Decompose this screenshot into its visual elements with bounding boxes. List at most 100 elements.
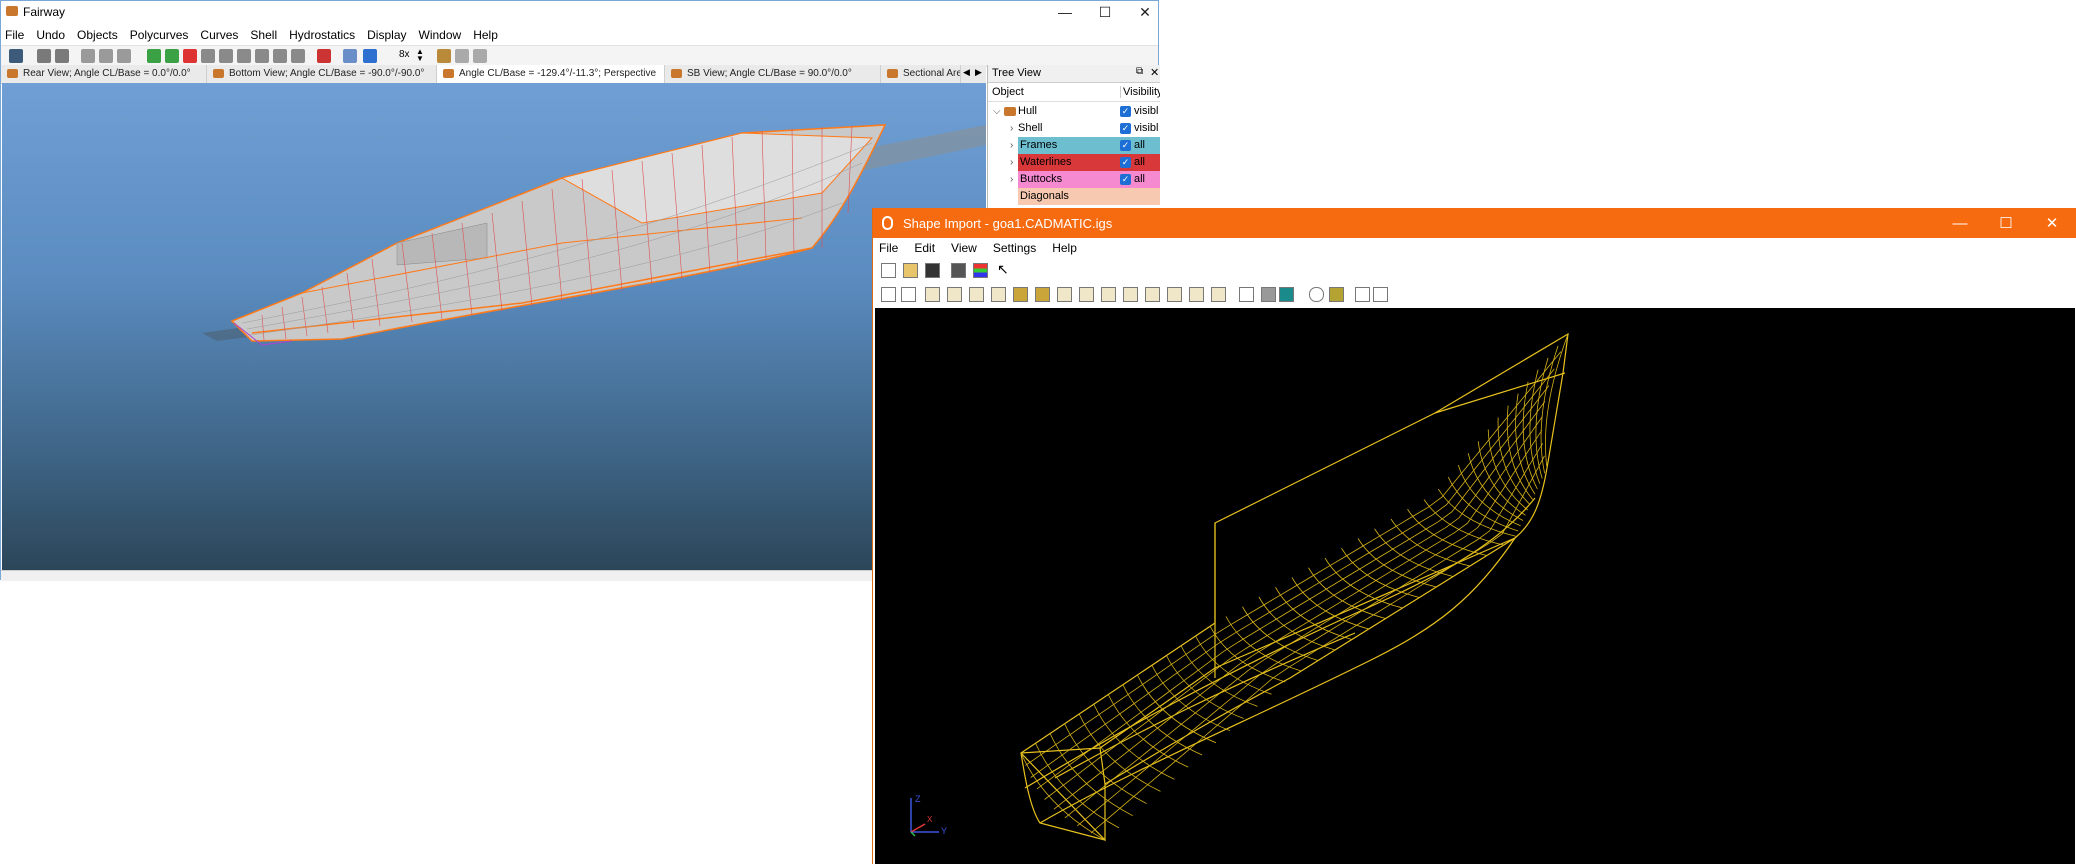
- tab-scroll-right-icon[interactable]: ▶: [975, 67, 982, 78]
- chevron-down-icon[interactable]: ⌵: [993, 103, 1001, 120]
- column-object[interactable]: Object: [992, 86, 1024, 98]
- view-cube-3-icon[interactable]: [969, 287, 984, 302]
- shape-import-3d-viewport[interactable]: Z Y X: [875, 308, 2075, 864]
- view-cube-12-icon[interactable]: [1167, 287, 1182, 302]
- curve-tool-3-icon[interactable]: [237, 49, 251, 63]
- tab-bottom-view[interactable]: Bottom View; Angle CL/Base = -90.0°/-90.…: [207, 65, 437, 83]
- menu-edit[interactable]: Edit: [906, 241, 943, 255]
- tree-item-buttocks[interactable]: › Buttocks ✓ all: [988, 171, 1160, 188]
- menu-help[interactable]: Help: [1044, 241, 1085, 255]
- tab-scroll-left-icon[interactable]: ◀: [963, 67, 970, 78]
- visibility-checkbox[interactable]: ✓: [1120, 174, 1131, 185]
- wireframe-mode-icon[interactable]: [1239, 287, 1254, 302]
- view-cube-7-icon[interactable]: [1057, 287, 1072, 302]
- hull-3-icon[interactable]: [473, 49, 487, 63]
- view-cube-5-icon[interactable]: [1013, 287, 1028, 302]
- visibility-checkbox[interactable]: ✓: [1120, 123, 1131, 134]
- tree-item-hull[interactable]: ⌵ Hull ✓ visibl: [988, 103, 1160, 120]
- float-panel-icon[interactable]: ⧉: [1136, 66, 1143, 77]
- draw-line-icon[interactable]: [317, 49, 331, 63]
- menu-objects[interactable]: Objects: [71, 28, 124, 42]
- menu-display[interactable]: Display: [361, 28, 412, 42]
- view-cube-9-icon[interactable]: [1101, 287, 1116, 302]
- view-cube-11-icon[interactable]: [1145, 287, 1160, 302]
- view-cube-6-icon[interactable]: [1035, 287, 1050, 302]
- hull-2-icon[interactable]: [455, 49, 469, 63]
- color-palette-icon[interactable]: [973, 263, 988, 278]
- close-panel-icon[interactable]: ✕: [1150, 66, 1159, 79]
- menu-help[interactable]: Help: [467, 28, 504, 42]
- hull-icon[interactable]: [437, 49, 451, 63]
- tab-rear-view[interactable]: Rear View; Angle CL/Base = 0.0°/0.0°: [1, 65, 207, 83]
- fairway-titlebar[interactable]: Fairway — ☐ ✕: [1, 1, 1158, 23]
- tab-perspective-view[interactable]: Angle CL/Base = -129.4°/-11.3°; Perspect…: [437, 65, 665, 83]
- column-visibility[interactable]: Visibility: [1120, 86, 1160, 98]
- tree-item-frames[interactable]: › Frames ✓ all: [988, 137, 1160, 154]
- redo-icon[interactable]: [55, 49, 69, 63]
- add-point-icon[interactable]: [147, 49, 161, 63]
- visibility-checkbox[interactable]: ✓: [1120, 140, 1131, 151]
- visibility-checkbox[interactable]: ✓: [1120, 157, 1131, 168]
- menu-shell[interactable]: Shell: [244, 28, 283, 42]
- menu-undo[interactable]: Undo: [30, 28, 71, 42]
- chevron-right-icon[interactable]: ›: [1010, 154, 1013, 171]
- tree-item-waterlines[interactable]: › Waterlines ✓ all: [988, 154, 1160, 171]
- curve-tool-icon[interactable]: [201, 49, 215, 63]
- close-button[interactable]: ✕: [2029, 208, 2075, 238]
- insert-point-icon[interactable]: [165, 49, 179, 63]
- menu-curves[interactable]: Curves: [194, 28, 244, 42]
- chevron-right-icon[interactable]: ›: [1010, 137, 1013, 154]
- tree-item-shell[interactable]: › Shell ✓ visibl: [988, 120, 1160, 137]
- view-cube-10-icon[interactable]: [1123, 287, 1138, 302]
- select-icon[interactable]: [81, 49, 95, 63]
- new-file-icon[interactable]: [881, 263, 896, 278]
- fit-all-icon[interactable]: [881, 287, 896, 302]
- spline-icon[interactable]: [343, 49, 357, 63]
- minimize-button[interactable]: —: [1045, 1, 1085, 23]
- save-icon[interactable]: [925, 263, 940, 278]
- surface-icon[interactable]: [1309, 287, 1324, 302]
- menu-window[interactable]: Window: [413, 28, 468, 42]
- shaded-mode-icon[interactable]: [1261, 287, 1276, 302]
- move-icon[interactable]: [117, 49, 131, 63]
- zoom-window-icon[interactable]: [901, 287, 916, 302]
- menu-view[interactable]: View: [943, 241, 985, 255]
- tab-sb-view[interactable]: SB View; Angle CL/Base = 90.0°/0.0°: [665, 65, 881, 83]
- curve-tool-5-icon[interactable]: [273, 49, 287, 63]
- curve-tool-2-icon[interactable]: [219, 49, 233, 63]
- view-cube-1-icon[interactable]: [925, 287, 940, 302]
- visibility-checkbox[interactable]: ✓: [1120, 106, 1131, 117]
- view-cube-2-icon[interactable]: [947, 287, 962, 302]
- color-mode-icon[interactable]: [1279, 287, 1294, 302]
- close-button[interactable]: ✕: [1125, 1, 1165, 23]
- view-cube-8-icon[interactable]: [1079, 287, 1094, 302]
- camera-icon[interactable]: [951, 263, 966, 278]
- delete-point-icon[interactable]: [183, 49, 197, 63]
- open-folder-icon[interactable]: [903, 263, 918, 278]
- chevron-right-icon[interactable]: ›: [1010, 120, 1013, 137]
- menu-file[interactable]: File: [873, 241, 906, 255]
- zoom-value[interactable]: 8x: [399, 49, 410, 60]
- curve-tool-6-icon[interactable]: [291, 49, 305, 63]
- maximize-button[interactable]: ☐: [1983, 208, 2029, 238]
- menu-hydrostatics[interactable]: Hydrostatics: [283, 28, 361, 42]
- pointer-icon[interactable]: ↖: [997, 261, 1009, 278]
- view-cube-14-icon[interactable]: [1211, 287, 1226, 302]
- maximize-button[interactable]: ☐: [1085, 1, 1125, 23]
- fair-curve-icon[interactable]: [363, 49, 377, 63]
- fairway-3d-viewport[interactable]: [2, 83, 986, 570]
- undo-icon[interactable]: [37, 49, 51, 63]
- menu-file[interactable]: File: [1, 28, 30, 42]
- tab-sectional-area[interactable]: Sectional Area: [881, 65, 961, 83]
- curve-tool-4-icon[interactable]: [255, 49, 269, 63]
- solid-icon[interactable]: [1329, 287, 1344, 302]
- tree-item-diagonals[interactable]: Diagonals: [988, 188, 1160, 205]
- minimize-button[interactable]: —: [1937, 208, 1983, 238]
- shape-import-titlebar[interactable]: Shape Import - goa1.CADMATIC.igs — ☐ ✕: [873, 208, 2076, 238]
- chevron-right-icon[interactable]: ›: [1010, 171, 1013, 188]
- save-icon[interactable]: [9, 49, 23, 63]
- menu-polycurves[interactable]: Polycurves: [124, 28, 195, 42]
- view-cube-13-icon[interactable]: [1189, 287, 1204, 302]
- view-cube-4-icon[interactable]: [991, 287, 1006, 302]
- menu-settings[interactable]: Settings: [985, 241, 1044, 255]
